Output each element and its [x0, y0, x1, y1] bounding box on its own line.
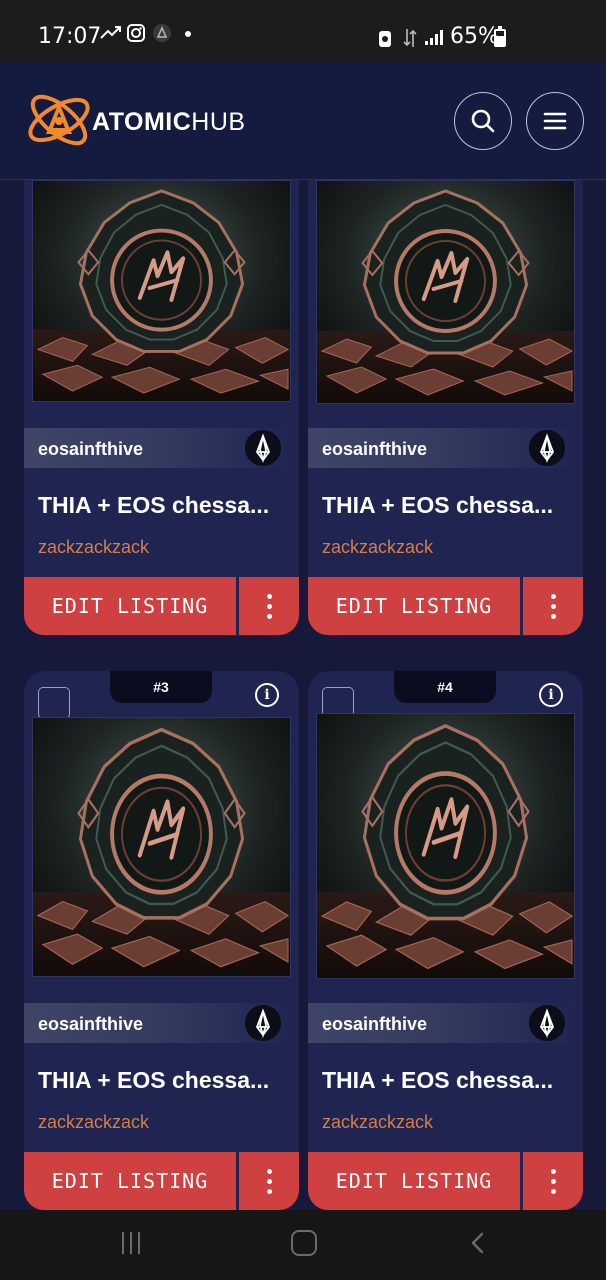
nft-image[interactable] [32, 180, 291, 402]
more-vertical-icon [266, 593, 272, 619]
search-button[interactable] [454, 92, 512, 150]
eos-chain-icon [529, 430, 565, 466]
battery-saver-icon [379, 31, 391, 47]
edit-listing-button[interactable]: EDIT LISTING [24, 577, 236, 635]
hamburger-menu-icon [543, 112, 567, 130]
info-icon[interactable]: i [539, 683, 563, 707]
eos-chain-icon [529, 1005, 565, 1041]
collection-bar[interactable]: eosainfthive [308, 428, 583, 468]
collection-name[interactable]: eosainfthive [38, 439, 143, 460]
nft-card[interactable]: eosainfthive THIA + EOS chessa... zackza… [308, 180, 583, 636]
data-transfer-icon [403, 29, 417, 47]
eos-chain-icon [245, 1005, 281, 1041]
home-icon[interactable] [291, 1230, 317, 1256]
nft-title[interactable]: THIA + EOS chessa... [322, 492, 572, 519]
info-icon[interactable]: i [255, 683, 279, 707]
search-icon [471, 109, 495, 133]
nft-artwork [33, 718, 290, 976]
nft-title[interactable]: THIA + EOS chessa... [38, 492, 288, 519]
more-options-button[interactable] [523, 577, 583, 635]
listing-grid: eosainfthive THIA + EOS chessa... zackza… [0, 180, 606, 1210]
select-checkbox[interactable] [38, 687, 70, 719]
atomichub-logo-icon[interactable] [24, 88, 94, 152]
nft-image[interactable] [32, 717, 291, 977]
edit-listing-button[interactable]: EDIT LISTING [24, 1152, 236, 1210]
edit-listing-button[interactable]: EDIT LISTING [308, 1152, 520, 1210]
nft-card[interactable]: #3 i eosainfthive THIA + EOS chessa... z… [24, 671, 299, 1210]
mint-number: #4 [394, 671, 496, 703]
more-options-button[interactable] [239, 577, 299, 635]
brand-name: ATOMICHUB [92, 108, 246, 136]
signal-icon [425, 30, 443, 45]
battery-icon [494, 26, 506, 47]
more-options-button[interactable] [523, 1152, 583, 1210]
owner-name[interactable]: zackzackzack [38, 1112, 149, 1133]
more-notifications-dot [185, 31, 191, 37]
more-vertical-icon [266, 1168, 272, 1194]
menu-button[interactable] [526, 92, 584, 150]
owner-name[interactable]: zackzackzack [322, 1112, 433, 1133]
collection-bar[interactable]: eosainfthive [24, 1003, 299, 1043]
owner-name[interactable]: zackzackzack [38, 537, 149, 558]
trending-icon [100, 26, 121, 39]
nft-image[interactable] [316, 180, 575, 404]
more-vertical-icon [550, 1168, 556, 1194]
owner-name[interactable]: zackzackzack [322, 537, 433, 558]
collection-name[interactable]: eosainfthive [38, 1014, 143, 1035]
recents-icon[interactable] [122, 1232, 146, 1254]
more-vertical-icon [550, 593, 556, 619]
collection-name[interactable]: eosainfthive [322, 1014, 427, 1035]
collection-bar[interactable]: eosainfthive [24, 428, 299, 468]
nft-title[interactable]: THIA + EOS chessa... [38, 1067, 288, 1094]
nft-image[interactable] [316, 713, 575, 979]
nft-artwork [33, 181, 290, 401]
back-icon[interactable] [466, 1230, 492, 1256]
nft-card[interactable]: eosainfthive THIA + EOS chessa... zackza… [24, 180, 299, 636]
system-nav-bar [0, 1210, 606, 1280]
nft-card[interactable]: #4 i eosainfthive THIA + EOS chessa... z… [308, 671, 583, 1210]
edit-listing-button[interactable]: EDIT LISTING [308, 577, 520, 635]
nft-artwork [317, 181, 574, 403]
collection-name[interactable]: eosainfthive [322, 439, 427, 460]
nft-artwork [317, 714, 574, 978]
app-notification-icon [153, 24, 171, 42]
mint-number: #3 [110, 671, 212, 703]
status-bar: 17:07 65% [0, 0, 606, 62]
collection-bar[interactable]: eosainfthive [308, 1003, 583, 1043]
battery-percent: 65% [450, 24, 499, 49]
eos-chain-icon [245, 430, 281, 466]
instagram-icon [127, 24, 145, 42]
app-header: ATOMICHUB [0, 62, 606, 180]
nft-title[interactable]: THIA + EOS chessa... [322, 1067, 572, 1094]
status-time: 17:07 [38, 24, 102, 49]
more-options-button[interactable] [239, 1152, 299, 1210]
